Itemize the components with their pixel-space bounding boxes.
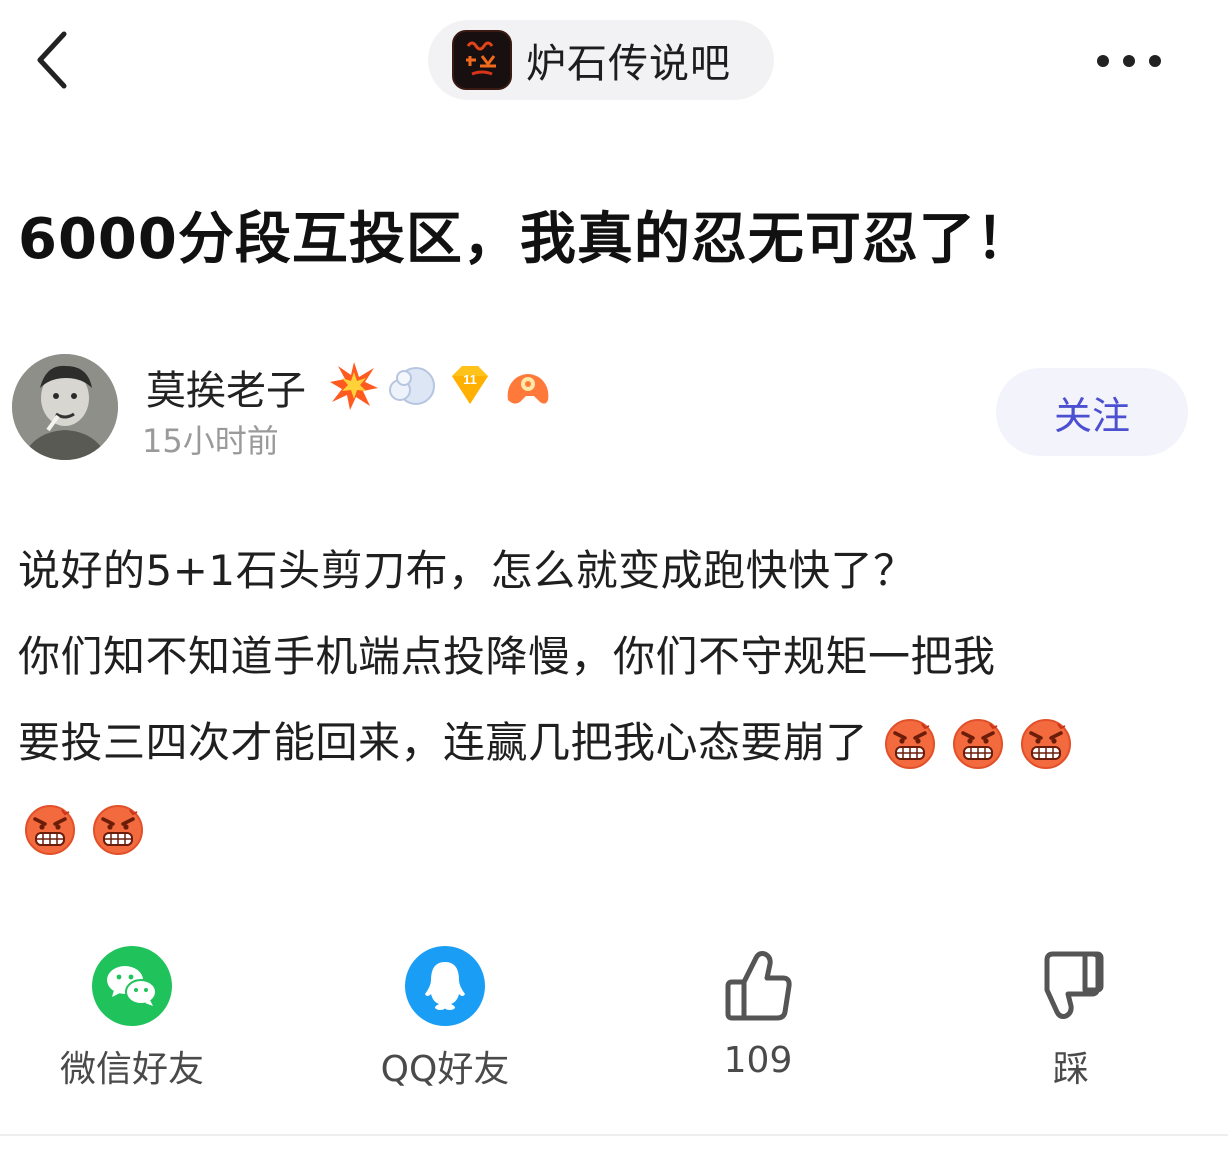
author-name[interactable]: 莫挨老子: [146, 358, 306, 416]
share-wechat-button[interactable]: 微信好友: [12, 940, 252, 1090]
post-time: 15小时前: [142, 422, 279, 460]
angry-emoji-icon: [952, 717, 1004, 769]
wechat-icon: [92, 946, 172, 1026]
more-horizontal-icon[interactable]: [1092, 44, 1170, 78]
gamepad-badge-icon: [507, 374, 549, 404]
cloud-badge-icon: [389, 367, 435, 405]
thumbs-down-icon: [1044, 951, 1104, 1019]
content-line: 要投三四次才能回来，连赢几把我心态要崩了: [18, 700, 1218, 786]
angry-emoji-icon: [884, 717, 936, 769]
qq-icon: [405, 946, 485, 1026]
like-button[interactable]: 109: [638, 940, 878, 1090]
divider: [0, 1134, 1228, 1136]
top-bar: 炉石传说吧: [0, 0, 1228, 120]
forum-logo: [452, 30, 512, 90]
post-title: 6000分段互投区，我真的忍无可忍了！: [18, 207, 1033, 272]
forum-name: 炉石传说吧: [526, 41, 731, 87]
action-bar: 微信好友 QQ好友 109 踩: [0, 940, 1228, 1100]
badge-list: 11: [328, 360, 554, 412]
level-badge-icon: 11: [452, 366, 488, 404]
share-qq-button[interactable]: QQ好友: [325, 940, 565, 1090]
content-line: 说好的5+1石头剪刀布，怎么就变成跑快快了？: [18, 546, 916, 595]
emoji-row: [18, 786, 1218, 872]
qq-label: QQ好友: [380, 1049, 510, 1090]
angry-emoji-icon: [24, 803, 76, 855]
dislike-button[interactable]: 踩: [951, 940, 1191, 1090]
author-row: 莫挨老子 11 15小时前 关注: [0, 348, 1228, 468]
explosion-badge-icon: [330, 362, 378, 410]
thumbs-up-icon: [725, 951, 792, 1021]
forum-pill[interactable]: 炉石传说吧: [428, 20, 774, 100]
avatar[interactable]: [12, 354, 118, 460]
chevron-left-icon[interactable]: [30, 28, 74, 92]
wechat-label: 微信好友: [59, 1049, 204, 1090]
angry-emoji-icon: [92, 803, 144, 855]
like-count: 109: [723, 1040, 793, 1081]
dislike-label: 踩: [1052, 1049, 1089, 1090]
post-content: 说好的5+1石头剪刀布，怎么就变成跑快快了？ 你们知不知道手机端点投降慢，你们不…: [18, 528, 1218, 872]
follow-button[interactable]: 关注: [996, 368, 1188, 456]
content-line: 你们知不知道手机端点投降慢，你们不守规矩一把我: [18, 632, 996, 681]
angry-emoji-icon: [1020, 717, 1072, 769]
svg-text:11: 11: [463, 372, 477, 387]
